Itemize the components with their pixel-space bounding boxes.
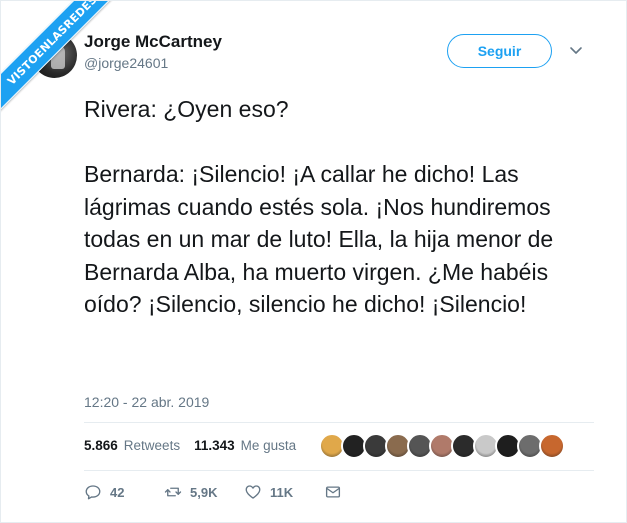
- like-action[interactable]: 11K: [244, 483, 293, 501]
- reply-icon: [85, 485, 101, 500]
- tweet-card: VISTOENLASREDES Jorge McCartney @jorge24…: [0, 0, 627, 523]
- tweet-text: Rivera: ¿Oyen eso? Bernarda: ¡Silencio! …: [84, 96, 554, 317]
- heart-icon: [245, 485, 261, 499]
- envelope-icon: [325, 486, 341, 498]
- divider: [84, 470, 594, 471]
- tweet-stats: 5.866 Retweets 11.343 Me gusta: [84, 438, 304, 453]
- like-count: 11K: [270, 484, 294, 500]
- avatar-11[interactable]: [539, 433, 565, 459]
- reply-action[interactable]: 42: [84, 483, 124, 501]
- retweet-action[interactable]: 5,9K: [164, 483, 217, 501]
- retweets-count[interactable]: 5.866: [84, 438, 118, 453]
- tweet-timestamp[interactable]: 12:20 - 22 abr. 2019: [84, 394, 209, 410]
- chevron-down-icon[interactable]: [569, 43, 583, 57]
- divider: [84, 422, 594, 423]
- retweet-icon: [164, 487, 182, 497]
- direct-message-action[interactable]: [324, 483, 342, 501]
- retweet-count: 5,9K: [190, 484, 218, 500]
- likes-label[interactable]: Me gusta: [241, 438, 297, 453]
- watermark-text: VISTOENLASREDES: [1, 1, 121, 117]
- retweets-label[interactable]: Retweets: [124, 438, 180, 453]
- follow-button[interactable]: Seguir: [447, 34, 552, 68]
- reply-count: 42: [110, 484, 125, 500]
- liker-avatars: [319, 433, 565, 459]
- watermark-ribbon: VISTOENLASREDES: [1, 1, 121, 121]
- tweet-actions: 42 5,9K 11K: [84, 483, 384, 503]
- likes-count[interactable]: 11.343: [194, 438, 235, 453]
